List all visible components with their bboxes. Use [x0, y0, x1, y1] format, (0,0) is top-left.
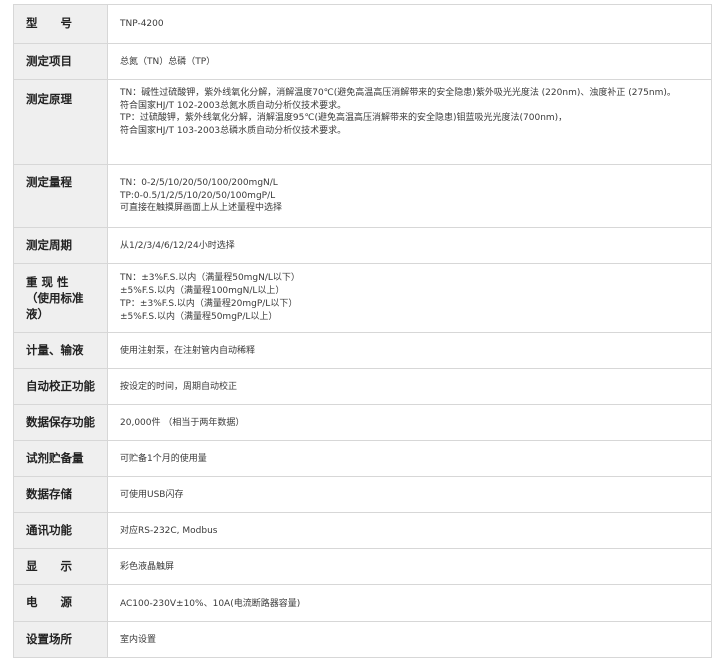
table-row: 测定原理 TN：碱性过硫酸钾，紫外线氧化分解，消解温度70℃(避免高温高压消解带… [13, 79, 712, 165]
row-label-display: 显 示 [13, 548, 108, 585]
row-label-auto-calibration: 自动校正功能 [13, 368, 108, 405]
value-line: AC100-230V±10%、10A(电流断路器容量) [120, 599, 301, 609]
value-line: 可使用USB闪存 [120, 490, 184, 500]
row-value-data-storage-function: 20,000件 （相当于两年数据） [107, 404, 712, 441]
value-line: TN：0-2/5/10/20/50/100/200mgN/L [120, 178, 278, 188]
table-row: 测定量程 TN：0-2/5/10/20/50/100/200mgN/L TP:0… [13, 164, 712, 228]
value-line: 可直接在触摸屏画面上从上述量程中选择 [120, 203, 283, 213]
row-value-power: AC100-230V±10%、10A(电流断路器容量) [107, 584, 712, 622]
row-value-items: 总氮（TN）总磷（TP） [107, 43, 712, 80]
row-value-cycle: 从1/2/3/4/6/12/24小时选择 [107, 227, 712, 264]
value-line: 按设定的时间，周期自动校正 [120, 382, 238, 392]
row-label-repeatability: 重 现 性 （使用标准液） [13, 263, 108, 333]
table-row: 电 源 AC100-230V±10%、10A(电流断路器容量) [13, 584, 712, 622]
row-value-data-storage: 可使用USB闪存 [107, 476, 712, 513]
row-value-installation: 室内设置 [107, 621, 712, 658]
value-line: 从1/2/3/4/6/12/24小时选择 [120, 241, 235, 251]
table-row: 重 现 性 （使用标准液） TN：±3%F.S.以内（满量程50mgN/L以下）… [13, 263, 712, 333]
row-value-principle: TN：碱性过硫酸钾，紫外线氧化分解，消解温度70℃(避免高温高压消解带来的安全隐… [107, 79, 712, 165]
row-value-model: TNP-4200 [107, 4, 712, 44]
spec-table: 型 号 TNP-4200 测定项目 总氮（TN）总磷（TP） 测定原理 TN：碱… [13, 4, 712, 658]
row-label-data-storage: 数据存储 [13, 476, 108, 513]
table-row: 测定项目 总氮（TN）总磷（TP） [13, 43, 712, 80]
row-label-range: 测定量程 [13, 164, 108, 228]
row-value-display: 彩色液晶触屏 [107, 548, 712, 585]
table-row: 显 示 彩色液晶触屏 [13, 548, 712, 585]
row-label-communication: 通讯功能 [13, 512, 108, 549]
value-line: TP:0-0.5/1/2/5/10/20/50/100mgP/L [120, 190, 276, 201]
value-line: TNP-4200 [120, 19, 164, 29]
row-label-model: 型 号 [13, 4, 108, 44]
table-row: 测定周期 从1/2/3/4/6/12/24小时选择 [13, 227, 712, 264]
table-row: 试剂贮备量 可贮备1个月的使用量 [13, 440, 712, 477]
value-line: TP：±3%F.S.以内（满量程20mgP/L以下） [120, 299, 298, 309]
table-row: 数据保存功能 20,000件 （相当于两年数据） [13, 404, 712, 441]
value-line: 符合国家HJ/T 103-2003总磷水质自动分析仪技术要求。 [120, 125, 347, 136]
value-line: ±5%F.S.以内（满量程50mgP/L以上） [120, 312, 278, 322]
value-line: TN：碱性过硫酸钾，紫外线氧化分解，消解温度70℃(避免高温高压消解带来的安全隐… [120, 88, 676, 98]
value-line: TN：±3%F.S.以内（满量程50mgN/L以下） [120, 273, 300, 283]
row-label-data-storage-function: 数据保存功能 [13, 404, 108, 441]
table-row: 自动校正功能 按设定的时间，周期自动校正 [13, 368, 712, 405]
row-label-items: 测定项目 [13, 43, 108, 80]
row-label-principle: 测定原理 [13, 79, 108, 165]
value-line: TP：过硫酸钾，紫外线氧化分解，消解温度95℃(避免高温高压消解带来的安全隐患)… [120, 113, 568, 123]
table-row: 设置场所 室内设置 [13, 621, 712, 658]
value-line: ±5%F.S.以内（满量程100mgN/L以上） [120, 286, 285, 296]
row-value-auto-calibration: 按设定的时间，周期自动校正 [107, 368, 712, 405]
value-line: 符合国家HJ/T 102-2003总氮水质自动分析仪技术要求。 [120, 100, 347, 111]
table-row: 通讯功能 对应RS-232C, Modbus [13, 512, 712, 549]
row-value-communication: 对应RS-232C, Modbus [107, 512, 712, 549]
table-row: 计量、输液 使用注射泵，在注射管内自动稀释 [13, 332, 712, 369]
value-line: 室内设置 [120, 635, 157, 645]
table-row: 型 号 TNP-4200 [13, 4, 712, 44]
row-value-repeatability: TN：±3%F.S.以内（满量程50mgN/L以下） ±5%F.S.以内（满量程… [107, 263, 712, 333]
value-line: 总氮（TN）总磷（TP） [120, 57, 216, 67]
row-label-cycle: 测定周期 [13, 227, 108, 264]
row-value-metering: 使用注射泵，在注射管内自动稀释 [107, 332, 712, 369]
row-value-reagent-reserve: 可贮备1个月的使用量 [107, 440, 712, 477]
row-label-installation: 设置场所 [13, 621, 108, 658]
table-row: 数据存储 可使用USB闪存 [13, 476, 712, 513]
row-label-reagent-reserve: 试剂贮备量 [13, 440, 108, 477]
value-line: 20,000件 （相当于两年数据） [120, 418, 245, 428]
value-line: 对应RS-232C, Modbus [120, 526, 218, 536]
value-line: 彩色液晶触屏 [120, 562, 175, 572]
value-line: 使用注射泵，在注射管内自动稀释 [120, 346, 256, 356]
row-label-metering: 计量、输液 [13, 332, 108, 369]
row-value-range: TN：0-2/5/10/20/50/100/200mgN/L TP:0-0.5/… [107, 164, 712, 228]
value-line: 可贮备1个月的使用量 [120, 454, 207, 464]
row-label-power: 电 源 [13, 584, 108, 622]
